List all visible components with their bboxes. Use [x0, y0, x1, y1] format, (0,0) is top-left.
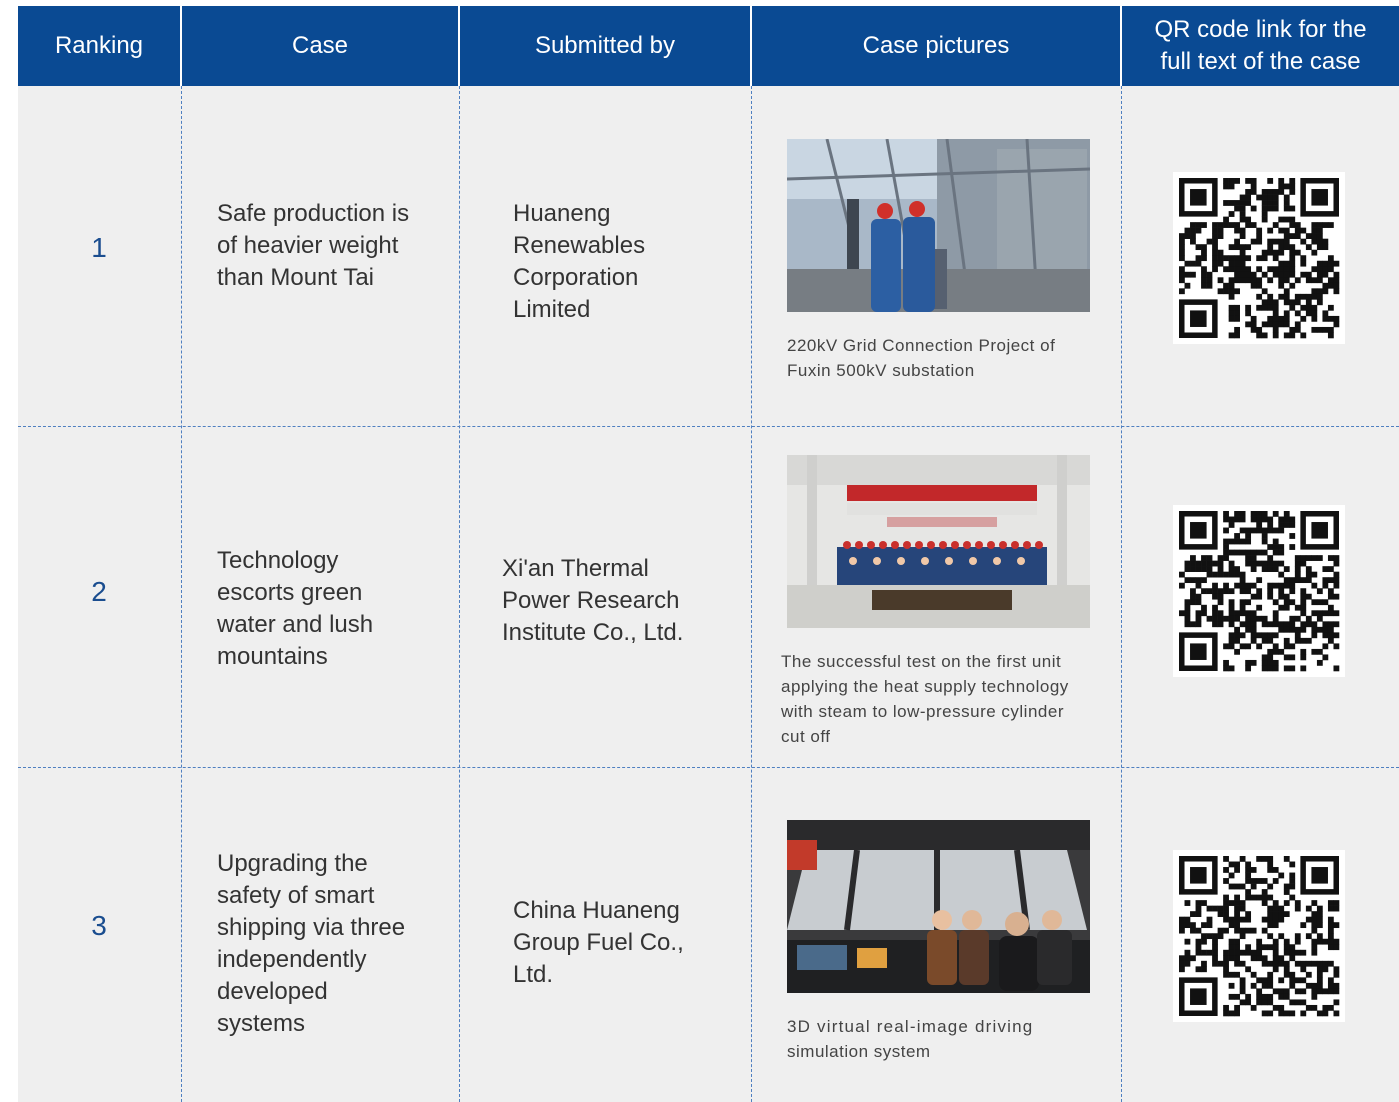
header-submitted-by: Submitted by: [534, 32, 676, 59]
submitter-name: China Huaneng Group Fuel Co., Ltd.: [513, 897, 684, 988]
case-ranking-table: Ranking Case Submitted by Case pictures …: [18, 6, 1399, 1102]
rank-number: 3: [91, 910, 107, 941]
photo-caption: The successful test on the first unit ap…: [781, 652, 1069, 746]
case-photo-simulator: [787, 820, 1090, 993]
header-qr-line-1: QR code link for the: [1154, 16, 1367, 43]
row-divider: [18, 426, 1399, 427]
row-divider: [18, 767, 1399, 768]
column-divider: [181, 86, 182, 1102]
column-divider: [1121, 86, 1122, 1102]
case-title: Upgrading the safety of smart shipping v…: [217, 850, 406, 1037]
qr-code-icon[interactable]: [1173, 850, 1345, 1022]
header-qr-code-link: QR code link for the full text of the ca…: [1122, 6, 1399, 86]
header-qr-line-2: full text of the case: [1160, 48, 1361, 75]
column-divider: [459, 86, 460, 1102]
photo-caption: 220kV Grid Connection Project of Fuxin 5…: [787, 336, 1056, 380]
rank-number: 1: [91, 232, 107, 263]
photo-caption: 3D virtual real-image driving simulation…: [787, 1017, 1034, 1061]
case-title: Safe production is of heavier weight tha…: [217, 200, 410, 291]
qr-code-icon[interactable]: [1173, 172, 1345, 344]
header-ranking: Ranking: [54, 32, 144, 59]
case-title: Technology escorts green water and lush …: [217, 547, 374, 670]
case-photo-substation: [787, 139, 1090, 312]
submitter-name: Huaneng Renewables Corporation Limited: [513, 200, 646, 323]
rank-number: 2: [91, 576, 107, 607]
column-divider: [751, 86, 752, 1102]
case-photo-group-test: [787, 455, 1090, 628]
table-header: Ranking Case Submitted by Case pictures …: [18, 6, 1399, 86]
header-case-pictures: Case pictures: [862, 32, 1010, 59]
header-case: Case: [291, 32, 349, 59]
submitter-name: Xi'an Thermal Power Research Institute C…: [502, 555, 684, 646]
qr-code-icon[interactable]: [1173, 505, 1345, 677]
